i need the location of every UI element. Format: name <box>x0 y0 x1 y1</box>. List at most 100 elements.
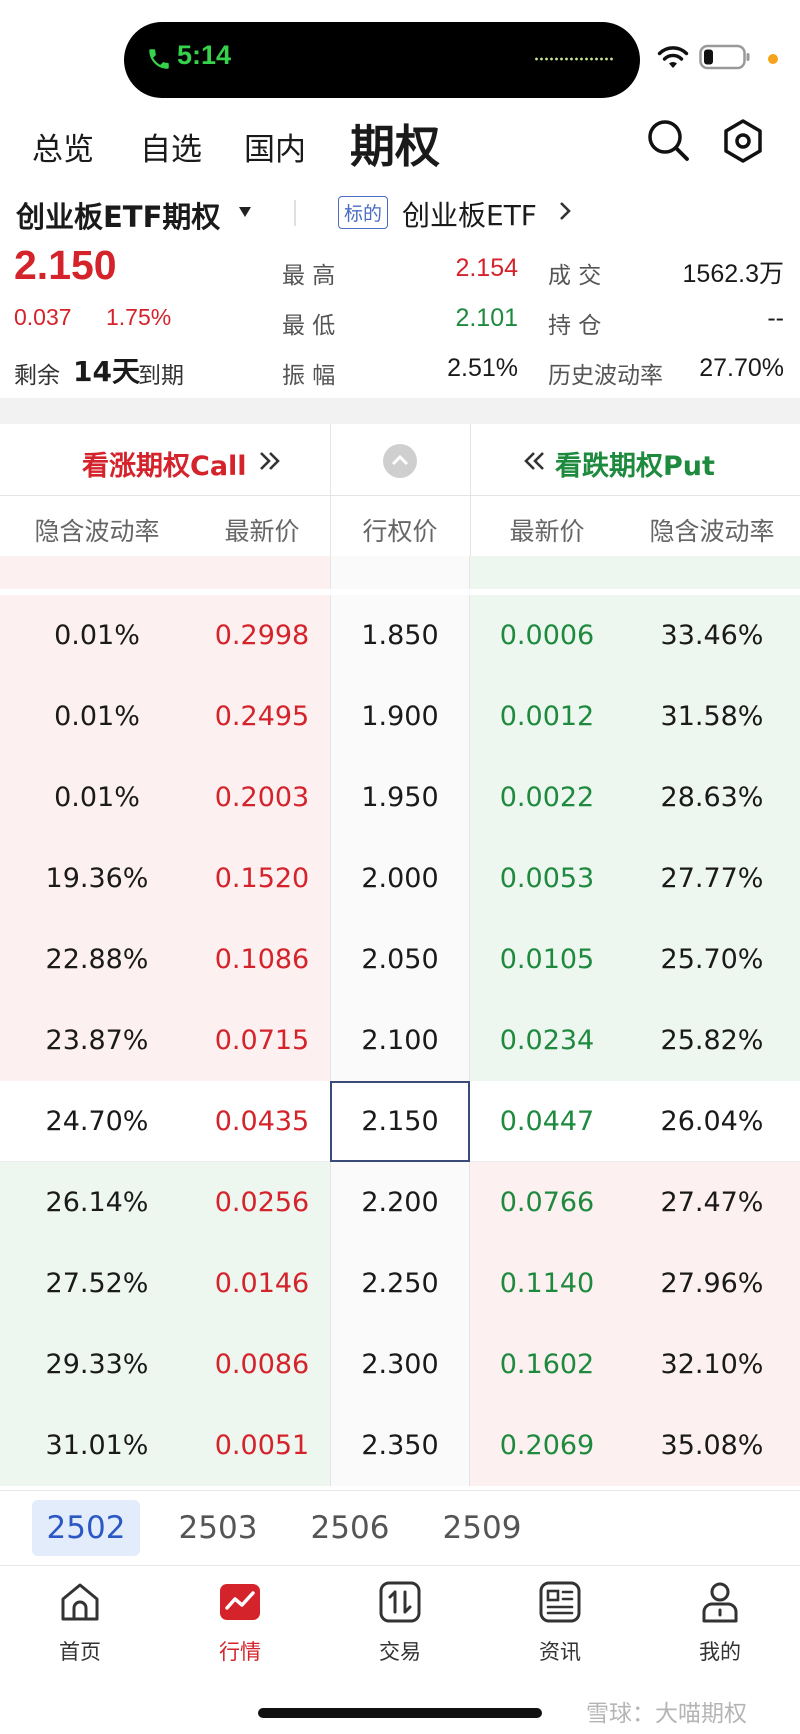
strike-price: 2.250 <box>330 1243 470 1324</box>
expire-label: 到期 <box>138 363 184 389</box>
nav-label: 交易 <box>379 1640 421 1664</box>
table-row[interactable]: 23.87% 0.0715 2.100 0.0234 25.82% <box>0 1000 800 1081</box>
last-price: 2.150 <box>14 242 117 288</box>
expiry-tab-2506[interactable]: 2506 <box>296 1500 404 1556</box>
strike-price: 2.050 <box>330 919 470 1000</box>
put-price[interactable]: 0.0447 <box>470 1081 624 1162</box>
nav-news[interactable]: 资讯 <box>500 1580 620 1690</box>
divider <box>294 200 296 226</box>
table-row[interactable]: 22.88% 0.1086 2.050 0.0105 25.70% <box>0 919 800 1000</box>
call-price[interactable]: 0.1086 <box>194 919 330 1000</box>
tab-watchlist[interactable]: 自选 <box>140 124 202 169</box>
contract-selector[interactable]: 创业板ETF期权 <box>16 194 220 236</box>
double-chevron-right-icon[interactable] <box>258 450 282 472</box>
nav-label: 行情 <box>219 1640 261 1664</box>
scroll-up-button[interactable] <box>383 444 417 478</box>
call-price[interactable]: 0.2495 <box>194 676 330 757</box>
put-price[interactable]: 0.2069 <box>470 1405 624 1486</box>
put-iv: 27.77% <box>660 863 764 894</box>
put-price[interactable]: 0.1602 <box>470 1324 624 1405</box>
table-row[interactable]: 0.01% 0.2998 1.850 0.0006 33.46% <box>0 595 800 676</box>
hist-vol-label: 历史波动率 <box>548 363 663 389</box>
caret-down-icon[interactable] <box>238 206 252 218</box>
put-price[interactable]: 0.0105 <box>470 919 624 1000</box>
put-price[interactable]: 0.0006 <box>470 595 624 676</box>
put-options-title[interactable]: 看跌期权Put <box>555 444 715 483</box>
market-chart-icon <box>220 1584 260 1620</box>
call-price[interactable]: 0.0086 <box>194 1324 330 1405</box>
nav-label: 首页 <box>59 1640 101 1664</box>
high-label: 最 高 <box>282 263 336 289</box>
search-icon[interactable] <box>646 118 690 162</box>
call-price[interactable]: 0.0051 <box>194 1405 330 1486</box>
table-row[interactable]: 29.33% 0.0086 2.300 0.1602 32.10% <box>0 1324 800 1405</box>
expiry-tab-2509[interactable]: 2509 <box>428 1500 536 1556</box>
put-price[interactable]: 0.1140 <box>470 1243 624 1324</box>
call-iv: 22.88% <box>45 944 149 975</box>
double-chevron-left-icon[interactable] <box>522 450 546 472</box>
home-indicator[interactable] <box>258 1708 542 1718</box>
nav-market[interactable]: 行情 <box>180 1580 300 1690</box>
settings-hexagon-icon[interactable] <box>720 118 766 164</box>
put-price[interactable]: 0.0022 <box>470 757 624 838</box>
phone-call-icon <box>149 49 169 69</box>
nav-profile[interactable]: 我的 <box>660 1580 780 1690</box>
chevron-up-icon <box>391 454 409 466</box>
expiry-tab-2503[interactable]: 2503 <box>164 1500 272 1556</box>
table-row[interactable] <box>0 556 800 589</box>
strike-price: 2.100 <box>330 1000 470 1081</box>
call-timer: 5:14 <box>177 40 232 70</box>
call-price[interactable]: 0.2003 <box>194 757 330 838</box>
table-row[interactable]: 19.36% 0.1520 2.000 0.0053 27.77% <box>0 838 800 919</box>
strike-price: 2.350 <box>330 1405 470 1486</box>
table-row[interactable]: 31.01% 0.0051 2.350 0.2069 35.08% <box>0 1405 800 1486</box>
table-row[interactable]: 0.01% 0.2003 1.950 0.0022 28.63% <box>0 757 800 838</box>
price-change: 0.037 <box>14 304 72 330</box>
table-row-at-the-money[interactable]: 24.70% 0.0435 2.150 0.0447 26.04% <box>0 1081 800 1162</box>
put-iv: 27.96% <box>660 1268 764 1299</box>
call-price[interactable]: 0.2998 <box>194 595 330 676</box>
call-price[interactable]: 0.0435 <box>194 1081 330 1162</box>
expiry-tab-2502[interactable]: 2502 <box>32 1500 140 1556</box>
nav-home[interactable]: 首页 <box>20 1580 140 1690</box>
put-iv: 25.70% <box>660 944 764 975</box>
call-price[interactable]: 0.0256 <box>194 1162 330 1243</box>
call-price[interactable]: 0.1520 <box>194 838 330 919</box>
put-price[interactable]: 0.0766 <box>470 1162 624 1243</box>
call-options-title[interactable]: 看涨期权Call <box>82 444 247 483</box>
table-row[interactable]: 0.01% 0.2495 1.900 0.0012 31.58% <box>0 676 800 757</box>
col-header-call-price: 最新价 <box>224 517 300 546</box>
tab-options[interactable]: 期权 <box>350 110 440 175</box>
col-header-put-iv: 隐含波动率 <box>649 517 775 546</box>
option-chain-table[interactable]: 0.01% 0.2998 1.850 0.0006 33.46% 0.01% 0… <box>0 556 800 1486</box>
put-iv: 27.47% <box>660 1187 764 1218</box>
underlying-link[interactable]: 创业板ETF <box>402 194 537 234</box>
high-value: 2.154 <box>455 254 518 282</box>
volume-value: 1562.3万 <box>682 260 784 288</box>
call-iv: 26.14% <box>45 1187 149 1218</box>
call-price[interactable]: 0.0715 <box>194 1000 330 1081</box>
tab-overview[interactable]: 总览 <box>32 124 94 169</box>
col-header-strike: 行权价 <box>362 517 438 546</box>
nav-label: 我的 <box>699 1640 741 1664</box>
volume-label: 成 交 <box>548 263 602 289</box>
put-price[interactable]: 0.0053 <box>470 838 624 919</box>
put-iv: 33.46% <box>660 620 764 651</box>
tab-domestic[interactable]: 国内 <box>244 124 306 169</box>
put-iv: 32.10% <box>660 1349 764 1380</box>
call-iv: 29.33% <box>45 1349 149 1380</box>
table-row[interactable]: 26.14% 0.0256 2.200 0.0766 27.47% <box>0 1162 800 1243</box>
call-price[interactable]: 0.0146 <box>194 1243 330 1324</box>
price-change-pct: 1.75% <box>106 304 172 330</box>
put-price[interactable]: 0.0234 <box>470 1000 624 1081</box>
remaining-label: 剩余 <box>14 363 60 389</box>
put-price[interactable]: 0.0012 <box>470 676 624 757</box>
underlying-tag: 标的 <box>338 196 389 229</box>
chevron-right-icon[interactable] <box>558 200 572 222</box>
table-row[interactable]: 27.52% 0.0146 2.250 0.1140 27.96% <box>0 1243 800 1324</box>
call-iv: 24.70% <box>45 1106 149 1137</box>
strike-price: 2.150 <box>361 1106 439 1137</box>
strike-price: 2.300 <box>330 1324 470 1405</box>
wifi-icon <box>657 46 689 68</box>
nav-trade[interactable]: 交易 <box>340 1580 460 1690</box>
